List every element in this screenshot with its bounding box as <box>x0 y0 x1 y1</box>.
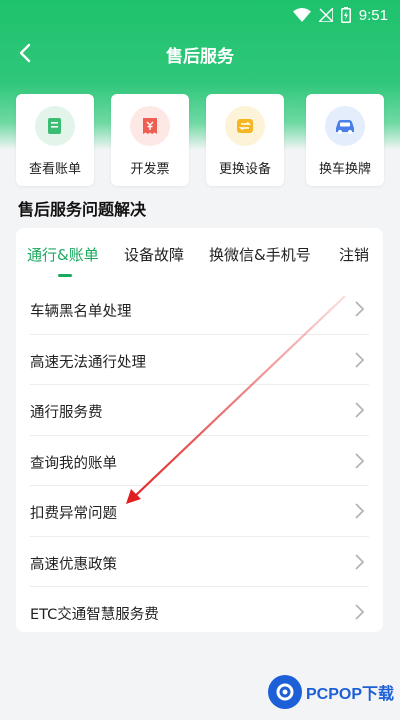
list-item[interactable]: ETC交通智慧服务费 <box>30 587 369 632</box>
list-item-label: 查询我的账单 <box>30 455 117 472</box>
list-item[interactable]: 通行服务费 <box>30 385 369 436</box>
list-item-label: ETC交通智慧服务费 <box>30 607 159 623</box>
pcpop-logo-icon <box>267 675 302 709</box>
quick-action-invoice[interactable]: 开发票 <box>111 94 189 186</box>
quick-action-change-car[interactable]: 换车换牌 <box>306 94 384 186</box>
list-item-label: 高速优惠政策 <box>30 556 117 573</box>
tab-traffic-bill[interactable]: 通行&账单 <box>27 244 99 265</box>
watermark: PCPOP下载 <box>267 672 394 712</box>
status-bar: 9:51 <box>0 0 400 30</box>
wifi-icon <box>292 8 311 22</box>
list-item-label: 通行服务费 <box>30 405 103 421</box>
swap-device-icon <box>225 106 265 146</box>
category-tabs: 通行&账单 设备故障 换微信&手机号 注销 <box>16 228 383 284</box>
chevron-right-icon <box>355 553 365 570</box>
car-icon <box>325 106 365 146</box>
chevron-right-icon <box>355 503 365 519</box>
status-time: 9:51 <box>358 6 388 24</box>
bill-scroll-icon <box>35 106 75 146</box>
quick-action-label: 查看账单 <box>28 162 81 177</box>
quick-action-replace-device[interactable]: 更换设备 <box>206 94 284 186</box>
invoice-icon <box>130 106 170 146</box>
status-icons: 9:51 <box>292 5 388 25</box>
list-item[interactable]: 车辆黑名单处理 <box>30 284 369 335</box>
quick-action-view-bill[interactable]: 查看账单 <box>16 94 94 186</box>
faq-panel: 通行&账单 设备故障 换微信&手机号 注销 车辆黑名单处理 高速无法通行处理 通… <box>16 228 383 632</box>
tab-device-fault[interactable]: 设备故障 <box>124 244 184 265</box>
quick-actions: 查看账单 开发票 更换设备 换车换牌 <box>16 94 384 186</box>
quick-action-label: 换车换牌 <box>318 162 371 177</box>
list-item-label: 高速无法通行处理 <box>30 354 146 371</box>
list-item-label: 车辆黑名单处理 <box>30 304 132 320</box>
quick-action-label: 开发票 <box>130 162 170 177</box>
page-title: 售后服务 <box>166 47 234 67</box>
quick-action-label: 更换设备 <box>218 162 271 177</box>
list-item[interactable]: 扣费异常问题 <box>30 486 369 537</box>
tab-change-wechat-phone[interactable]: 换微信&手机号 <box>209 244 311 265</box>
section-title: 售后服务问题解决 <box>18 200 147 219</box>
active-tab-indicator <box>58 274 72 277</box>
battery-charging-icon <box>340 7 351 23</box>
watermark-brand: PCPOP下载 <box>305 686 394 703</box>
chevron-right-icon <box>355 452 365 469</box>
list-item[interactable]: 高速优惠政策 <box>30 537 369 587</box>
list-item[interactable]: 查询我的账单 <box>30 436 369 486</box>
nav-bar: 售后服务 <box>0 30 400 76</box>
list-item[interactable]: 高速无法通行处理 <box>30 335 369 385</box>
chevron-right-icon <box>355 402 365 418</box>
chevron-right-icon <box>355 604 365 620</box>
tab-cancel[interactable]: 注销 <box>339 244 369 265</box>
chevron-right-icon <box>355 351 365 368</box>
no-signal-icon <box>318 8 333 22</box>
chevron-right-icon <box>355 301 365 317</box>
faq-list: 车辆黑名单处理 高速无法通行处理 通行服务费 查询我的账单 扣费异常问题 高速优… <box>16 284 383 632</box>
list-item-label: 扣费异常问题 <box>30 506 117 522</box>
